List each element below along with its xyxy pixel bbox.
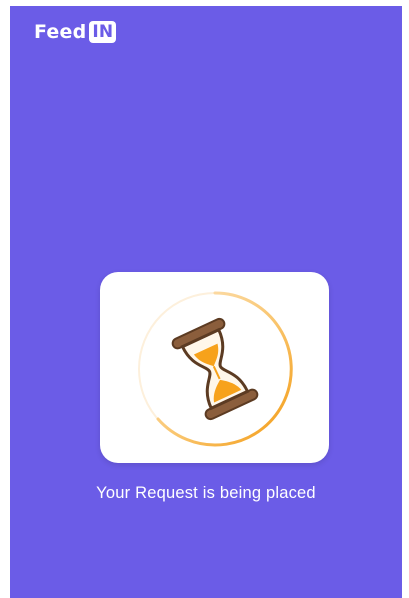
hourglass-icon <box>171 317 259 421</box>
status-message: Your Request is being placed <box>96 484 316 502</box>
app-logo: Feed IN <box>34 18 117 46</box>
logo-badge: IN <box>89 21 117 43</box>
logo-text: Feed <box>34 21 87 43</box>
loading-screen: Feed IN Your Request is being placed <box>10 6 402 598</box>
loader-card <box>100 272 329 463</box>
loader-graphic <box>138 291 293 447</box>
